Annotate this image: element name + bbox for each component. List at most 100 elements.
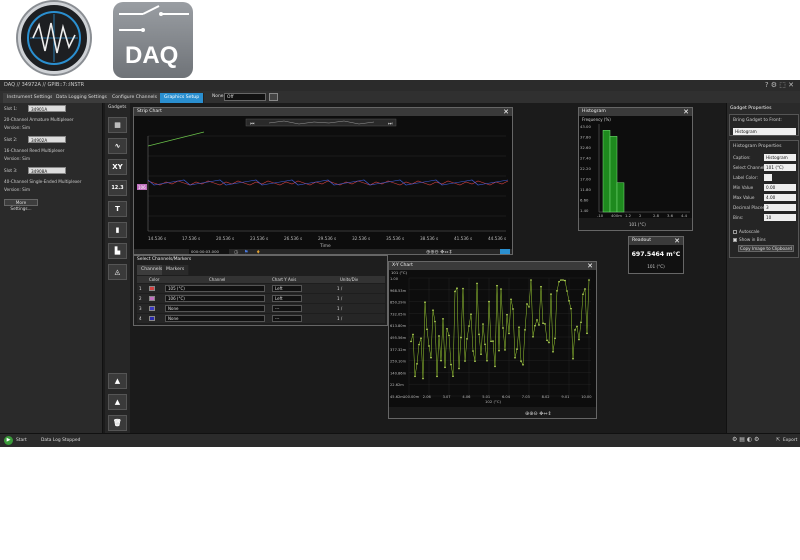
color-swatch[interactable] [149,306,155,311]
copy-image-button[interactable]: Copy Image to Clipboard [738,245,794,252]
alarm-gadget-icon[interactable]: ◬ [108,264,127,280]
units-div: 1 / [337,306,343,311]
xy-y-tick: 968.53m [390,289,407,293]
xy-point [520,360,522,362]
xy-point [470,313,472,315]
slot2-desc: 16-Channel Reed Multiplexer [4,148,65,153]
meter-gadget-icon[interactable]: ▮ [108,222,127,238]
autoscale-checkbox[interactable] [733,230,737,234]
markers-tab[interactable]: Markers [162,265,190,275]
property-value[interactable]: 0.00 [764,184,796,191]
channel-select[interactable]: 105 (°C) [165,285,265,292]
histogram-properties-box: Histogram Properties Caption: Histogram Se… [729,140,799,258]
property-value[interactable]: 3 [764,204,796,211]
window-controls[interactable]: ? ⚙ ⬚ ✕ [765,80,794,91]
close-icon[interactable]: ✕ [674,237,680,245]
xy-point [472,350,474,352]
xy-point [586,332,588,335]
table-gadget-icon[interactable]: ▦ [108,117,127,133]
trash-icon[interactable]: 🗑 [108,415,127,431]
xy-point [442,318,444,320]
slot1-select[interactable]: 34901A [28,105,66,112]
show-bins-checkbox[interactable] [733,238,737,242]
xy-point [450,363,452,366]
axis-select[interactable]: Left [272,285,302,292]
strip-chart-gadget-icon[interactable]: ∿ [108,138,127,154]
channel-row[interactable]: 1 105 (°C) Left 1 / [137,284,385,293]
xy-gadget-button[interactable]: XY [108,159,127,175]
xy-y-tick: 732.05m [390,312,407,316]
tab-configure-channels[interactable]: Configure Channels [108,93,162,103]
tab-instrument-settings[interactable]: Instrument Settings [3,93,58,103]
digital-readout-gadget-button[interactable]: 12.3 [108,180,127,196]
property-label: Select Channel: [733,165,766,170]
property-value[interactable]: Histogram [764,154,796,161]
channel-row[interactable]: 3 None --- 1 / [137,304,385,313]
background-image-icon[interactable]: ▲ [108,394,127,410]
xy-point [446,327,448,330]
channel-row[interactable]: 2 106 (°C) Left 1 / [137,294,385,303]
axis-select[interactable]: --- [272,305,302,312]
col-units: Units/Div [340,277,359,282]
xy-point [552,351,554,353]
axis-select[interactable]: Left [272,295,302,302]
xy-point [458,367,460,370]
gadget-properties-header: Gadget Properties [730,106,772,111]
xy-point [496,284,498,287]
property-label: Caption: [733,155,751,160]
graphics-toggle-button[interactable] [269,93,278,101]
property-value[interactable]: 101 (°C) [764,164,796,171]
daq-logo-text: DAQ [125,42,179,69]
tab-data-logging-settings[interactable]: Data Logging Settings [52,93,112,103]
text-gadget-button[interactable]: T [108,201,127,217]
xy-point [492,340,494,342]
start-icon[interactable]: ▶ [4,436,13,445]
channel-select[interactable]: 106 (°C) [165,295,265,302]
histogram-gadget-icon[interactable]: ▙ [108,243,127,259]
xy-point [562,279,564,281]
col-color: Color [149,277,160,282]
xy-x-label: 102 (°C) [485,399,501,404]
channel-row[interactable]: 4 None --- 1 / [137,314,385,323]
xy-point [438,335,440,337]
slot3-desc: 40-Channel Single-Ended Multiplexer [4,179,82,184]
export-label[interactable]: Export [783,438,797,443]
hist-x-tick: 4.4 [681,213,688,218]
channel-select[interactable]: None [165,305,265,312]
close-icon[interactable]: ✕ [587,262,593,270]
xy-x-tick: 3.07 [443,395,451,399]
xy-point [578,338,580,341]
bring-front-select[interactable]: Histogram [733,128,796,135]
slot3-select[interactable]: 34908A [28,167,66,174]
xy-point [420,337,422,340]
more-settings-button[interactable]: More Settings... [4,199,38,211]
color-swatch[interactable] [149,296,155,301]
hist-props-header: Histogram Properties [733,144,782,149]
none-label: None [212,94,224,99]
close-icon[interactable]: ✕ [503,108,509,116]
col-channel: Channel [209,277,226,282]
property-value[interactable]: 10 [764,214,796,221]
tab-graphics-setup[interactable]: Graphics Setup [160,93,205,103]
hist-y-tick: 43.00 [580,124,591,129]
channel-select[interactable]: None [165,315,265,322]
image-gadget-icon[interactable]: ▲ [108,373,127,389]
start-label[interactable]: Start [16,438,27,443]
export-icon[interactable]: ⇱ [776,437,780,443]
xy-point [428,345,430,347]
slot2-select[interactable]: 34902A [28,136,66,143]
property-value[interactable]: 4.00 [764,194,796,201]
color-swatch[interactable] [149,316,155,321]
off-dropdown[interactable]: Off [224,93,266,101]
axis-select[interactable]: --- [272,315,302,322]
close-icon[interactable]: ✕ [683,108,689,116]
property-value[interactable] [764,174,772,181]
status-tools-icon[interactable]: ⚙ ▤ ◐ ⚙ [732,436,759,443]
xy-chart-window: X-Y Chart ✕ 101 (°C) 1.00 968.53m 850.29m 73… [388,261,597,419]
slot1-label: Slot 1: [4,106,18,111]
color-swatch[interactable] [149,286,155,291]
bring-front-label: Bring Gadget to Front: [733,118,782,123]
xy-point [436,375,438,378]
xy-point [410,340,412,343]
property-label: Min Value [733,185,754,190]
